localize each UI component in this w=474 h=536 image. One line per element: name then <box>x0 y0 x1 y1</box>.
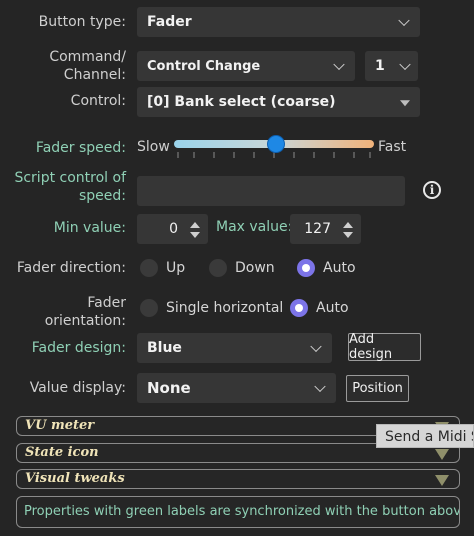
radio-circle <box>209 259 227 277</box>
fader-speed-label: Fader speed: <box>35 140 126 156</box>
sync-note: Properties with green labels are synchro… <box>16 496 460 528</box>
info-icon[interactable]: i <box>423 181 441 199</box>
script-control-label: Script control of speed: <box>14 170 126 204</box>
command-channel-label: Command/ Channel: <box>49 49 126 83</box>
dropdown-arrow-icon <box>400 100 410 107</box>
script-control-input[interactable] <box>137 176 405 206</box>
control-value: [0] Bank select (coarse) <box>147 94 336 110</box>
command-select[interactable]: Control Change <box>137 51 355 81</box>
radio-circle <box>140 299 158 317</box>
slider-ticks <box>177 152 371 158</box>
fader-orientation-label: Fader orientation: <box>44 295 126 329</box>
fast-label: Fast <box>378 139 407 155</box>
fader-direction-label: Fader direction: <box>16 260 126 276</box>
spinner-arrows-icon[interactable] <box>343 222 353 238</box>
min-value-label: Min value: <box>53 220 126 236</box>
radio-circle-selected <box>290 299 308 317</box>
control-select[interactable]: [0] Bank select (coarse) <box>137 87 420 117</box>
slider-thumb[interactable] <box>266 135 285 153</box>
slow-label: Slow <box>137 139 170 155</box>
min-value: 0 <box>169 221 178 237</box>
spinner-arrows-icon[interactable] <box>190 222 200 238</box>
fader-design-value: Blue <box>147 340 182 356</box>
direction-radio-up[interactable]: Up <box>140 259 185 277</box>
button-type-value: Fader <box>147 14 192 30</box>
tooltip: Send a Midi Sh <box>376 424 474 448</box>
max-value-label: Max value: <box>216 219 293 235</box>
min-value-stepper[interactable]: 0 <box>137 214 208 244</box>
chevron-down-icon <box>333 58 345 71</box>
command-value: Control Change <box>147 58 261 74</box>
chevron-down-icon <box>399 58 411 71</box>
value-display-select[interactable]: None <box>137 373 336 403</box>
radio-circle-selected <box>297 259 315 277</box>
button-type-label: Button type: <box>38 14 126 30</box>
expand-arrow-icon <box>435 475 449 486</box>
direction-radio-down[interactable]: Down <box>209 259 275 277</box>
position-button[interactable]: Position <box>346 375 409 402</box>
control-label: Control: <box>70 93 126 109</box>
expand-arrow-icon <box>435 449 449 460</box>
value-display-value: None <box>147 379 191 397</box>
fader-speed-slider[interactable] <box>174 134 374 162</box>
chevron-down-icon <box>398 14 410 27</box>
max-value-stepper[interactable]: 127 <box>290 214 361 244</box>
value-display-label: Value display: <box>29 380 126 396</box>
chevron-down-icon <box>314 380 326 393</box>
button-type-select[interactable]: Fader <box>137 7 420 37</box>
orientation-radio-single-horizontal[interactable]: Single horizontal <box>140 299 283 317</box>
orientation-radio-auto[interactable]: Auto <box>290 299 349 317</box>
fader-design-select[interactable]: Blue <box>137 333 332 363</box>
max-value: 127 <box>304 221 331 237</box>
channel-select[interactable]: 1 <box>365 51 418 81</box>
channel-value: 1 <box>375 58 385 74</box>
section-visual-tweaks[interactable]: Visual tweaks <box>16 469 460 489</box>
radio-circle <box>140 259 158 277</box>
add-design-button[interactable]: Add design <box>348 332 421 362</box>
chevron-down-icon <box>310 340 322 353</box>
fader-design-label: Fader design: <box>31 340 126 356</box>
direction-radio-auto[interactable]: Auto <box>297 259 356 277</box>
